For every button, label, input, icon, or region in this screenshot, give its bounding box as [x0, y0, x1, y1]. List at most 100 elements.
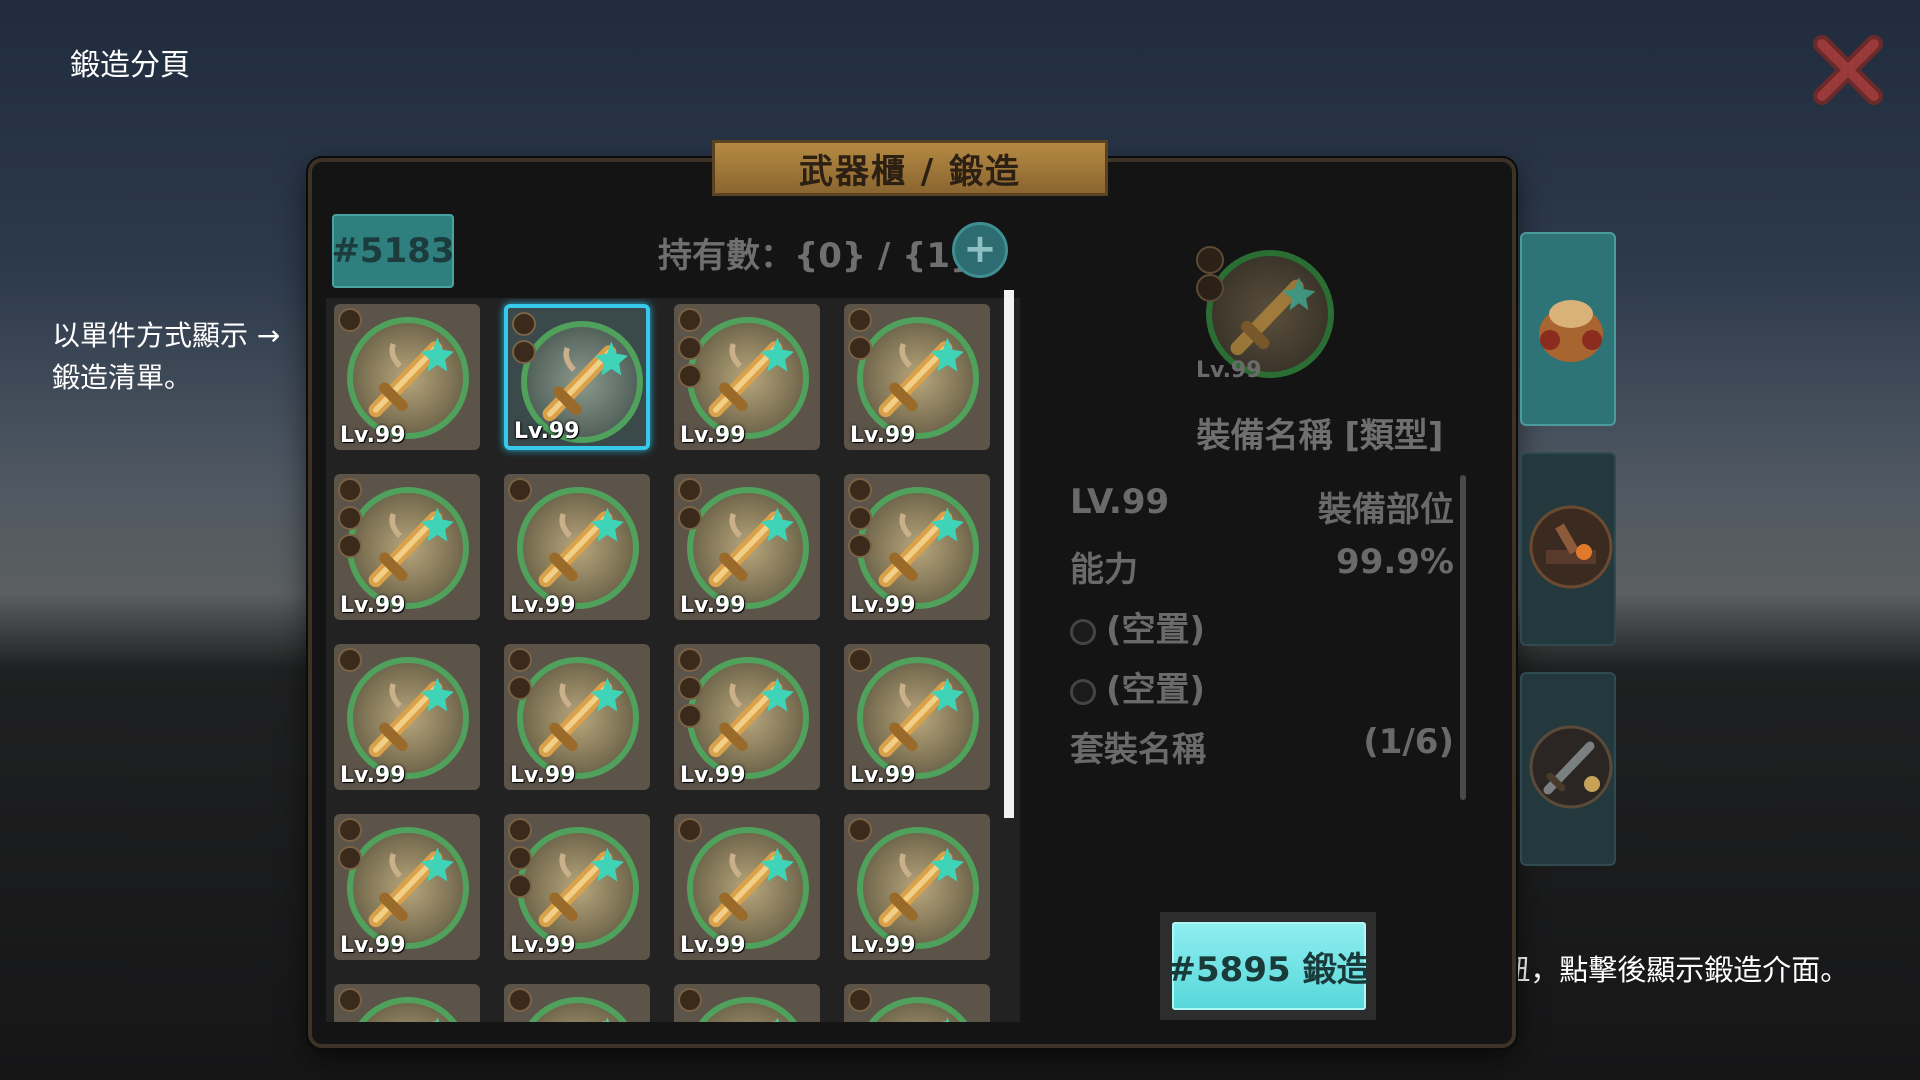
socket-dot — [848, 818, 872, 842]
socket-dot — [338, 506, 362, 530]
add-capacity-button[interactable]: + — [952, 222, 1008, 278]
item-level: Lv.99 — [850, 933, 916, 958]
weapon-icon — [368, 507, 454, 588]
socket-dot — [512, 312, 536, 336]
item-level: Lv.99 — [510, 763, 576, 788]
socket-dot — [848, 506, 872, 530]
weapon-icon — [1230, 277, 1316, 356]
socket-dot — [678, 704, 702, 728]
forge-item-slot[interactable]: Lv.99 — [334, 304, 480, 450]
weapon-icon — [878, 337, 964, 418]
socket-dot — [338, 846, 362, 870]
forge-item-slot[interactable]: Lv.99 — [504, 304, 650, 450]
list-scrollbar[interactable] — [1004, 290, 1014, 818]
socket-dot — [678, 364, 702, 388]
item-level: Lv.99 — [680, 593, 746, 618]
id-badge: #5183 — [331, 214, 455, 288]
socket-dot — [678, 478, 702, 502]
socket-dot — [508, 648, 532, 672]
forge-item-slot[interactable]: Lv.99 — [844, 814, 990, 960]
forge-item-slot[interactable]: Lv.99 — [334, 644, 480, 790]
weapon-icon — [538, 677, 624, 758]
forge-item-slot[interactable]: Lv.99 — [674, 814, 820, 960]
tab-backpack[interactable] — [1520, 232, 1616, 426]
forge-item-slot[interactable]: Lv.99 — [674, 474, 820, 620]
detail-scrollbar[interactable] — [1460, 475, 1466, 800]
weapon-icon — [602, 1017, 610, 1022]
socket-dot — [848, 648, 872, 672]
socket-dot — [508, 988, 532, 1012]
item-level: Lv.99 — [680, 763, 746, 788]
empty-socket-icon — [1070, 618, 1096, 645]
forge-item-slot[interactable] — [334, 984, 480, 1022]
item-level: Lv.99 — [850, 763, 916, 788]
forge-item-slot[interactable] — [844, 984, 990, 1022]
item-level: Lv.99 — [850, 423, 916, 448]
close-button[interactable] — [1808, 30, 1888, 110]
weapon-icon — [368, 677, 454, 758]
weapon-icon — [942, 1017, 950, 1022]
owned-count-label: 持有數：{0} / {1} — [658, 236, 975, 276]
socket-dot — [848, 478, 872, 502]
forge-item-slot[interactable]: Lv.99 — [674, 304, 820, 450]
forge-item-slot[interactable]: Lv.99 — [844, 644, 990, 790]
side-note-line-1: 以單件方式顯示 → — [52, 319, 281, 352]
equipment-name: 裝備名稱 [類型] — [1196, 416, 1444, 456]
socket-dot — [678, 308, 702, 332]
socket-dot — [338, 308, 362, 332]
item-level: Lv.99 — [340, 593, 406, 618]
weapon-icon — [538, 847, 624, 928]
set-progress: (1/6) — [1363, 722, 1454, 762]
forge-item-slot[interactable]: Lv.99 — [504, 814, 650, 960]
socket-dot — [338, 478, 362, 502]
forge-button[interactable]: #5895 鍛造 — [1168, 922, 1370, 1010]
selected-item-level: Lv.99 — [1196, 358, 1262, 383]
stat-ability-value: 99.9% — [1336, 542, 1454, 582]
weapon-icon — [878, 677, 964, 758]
socket-dot — [678, 676, 702, 700]
weapon-icon — [368, 337, 454, 418]
socket-dot — [678, 818, 702, 842]
forge-item-slot[interactable] — [504, 984, 650, 1022]
sword-icon — [1529, 725, 1613, 809]
side-note-line-2: 鍛造清單。 — [52, 361, 193, 394]
forge-item-list[interactable]: Lv.99 Lv.99 Lv.99 Lv.99 Lv.99 Lv.99 Lv.99 Lv.99… — [326, 298, 1020, 1022]
forge-item-slot[interactable]: Lv.99 — [334, 814, 480, 960]
socket-dot — [338, 818, 362, 842]
item-level: Lv.99 — [340, 763, 406, 788]
item-level: Lv.99 — [510, 933, 576, 958]
set-name: 套裝名稱 — [1070, 730, 1206, 770]
forge-item-slot[interactable]: Lv.99 — [504, 474, 650, 620]
weapon-icon — [538, 507, 624, 588]
close-icon — [1813, 35, 1883, 105]
socket-dot — [338, 534, 362, 558]
plus-icon: + — [963, 226, 997, 272]
stat-ability-label: 能力 — [1070, 550, 1138, 590]
weapon-icon — [708, 677, 794, 758]
socket-dot — [508, 478, 532, 502]
tab-forge[interactable] — [1520, 452, 1616, 646]
forge-item-slot[interactable]: Lv.99 — [334, 474, 480, 620]
weapon-icon — [772, 1017, 780, 1022]
socket-dot — [338, 648, 362, 672]
socket-dot — [848, 336, 872, 360]
forge-item-slot[interactable]: Lv.99 — [504, 644, 650, 790]
socket-dot — [338, 988, 362, 1012]
socket-dot — [678, 988, 702, 1012]
forge-item-slot[interactable]: Lv.99 — [844, 474, 990, 620]
side-note: 以單件方式顯示 → 鍛造清單。 — [52, 315, 280, 399]
backpack-icon — [1539, 300, 1603, 362]
item-level: Lv.99 — [514, 419, 580, 444]
item-level: Lv.99 — [510, 593, 576, 618]
socket-dot — [508, 874, 532, 898]
item-level: Lv.99 — [340, 933, 406, 958]
selected-item-icon: Lv.99 — [1196, 246, 1336, 386]
forge-item-slot[interactable] — [674, 984, 820, 1022]
forge-item-slot[interactable]: Lv.99 — [844, 304, 990, 450]
item-level: Lv.99 — [680, 933, 746, 958]
weapon-icon — [708, 507, 794, 588]
tab-weapon[interactable] — [1520, 672, 1616, 866]
weapon-icon — [432, 1017, 440, 1022]
socket-dot — [512, 340, 536, 364]
forge-item-slot[interactable]: Lv.99 — [674, 644, 820, 790]
